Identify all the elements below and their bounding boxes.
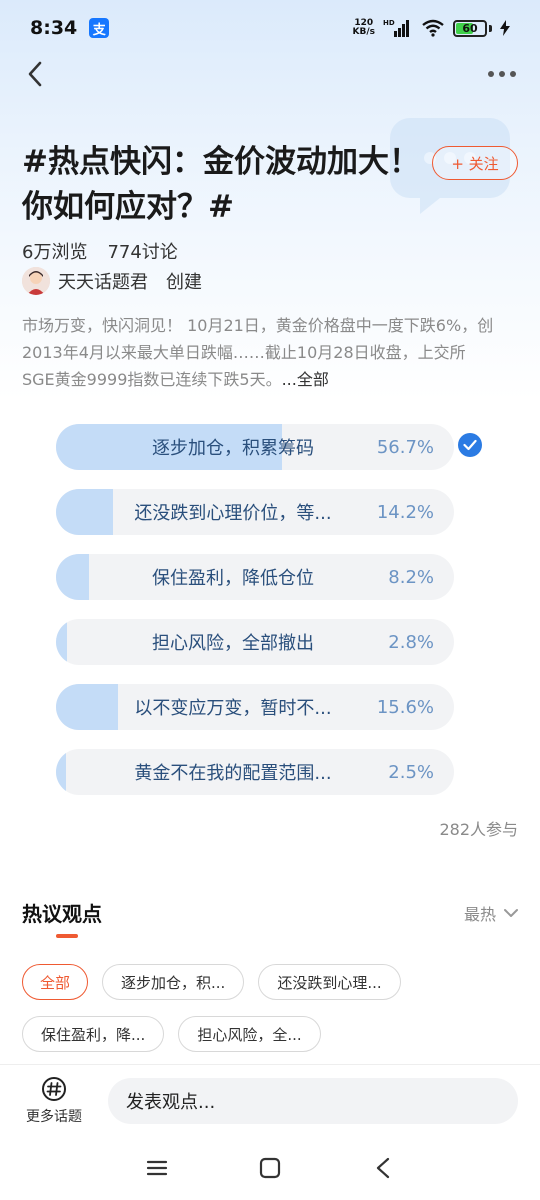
discussion-count: 774讨论 <box>107 242 178 263</box>
poll-option[interactable]: 以不变应万变，暂时不... 15.6% <box>56 684 454 730</box>
home-button[interactable] <box>250 1148 290 1188</box>
more-options-button[interactable] <box>484 65 520 83</box>
poll-option-row: 黄金不在我的配置范围... 2.5% <box>56 749 486 795</box>
system-navigation-bar <box>0 1136 540 1200</box>
menu-icon <box>146 1160 167 1176</box>
filter-chip[interactable]: 担心风险，全... <box>178 1016 321 1052</box>
avatar-figure-icon <box>22 267 50 295</box>
poll-option-row: 逐步加仓，积累筹码 56.7% <box>56 424 486 470</box>
bottom-action-bar: 更多话题 发表观点... <box>0 1064 540 1136</box>
network-speed: 120 KB/s <box>353 19 375 37</box>
poll-option-label: 逐步加仓，积累筹码 <box>152 438 314 459</box>
status-time: 8:34 <box>30 17 78 39</box>
hot-opinions-header: 热议观点 最热 <box>22 898 518 938</box>
poll-option[interactable]: 还没跌到心理价位，等... 14.2% <box>56 489 454 535</box>
home-square-icon <box>259 1157 281 1179</box>
selected-check-icon <box>458 433 482 457</box>
more-dot <box>510 71 516 77</box>
sort-dropdown[interactable]: 最热 <box>464 901 518 925</box>
poll-option-label: 保住盈利，降低仓位 <box>152 568 314 589</box>
network-speed-unit: KB/s <box>352 27 375 37</box>
navigation-bar <box>0 52 540 96</box>
signal-hd-label: HD <box>383 19 395 27</box>
status-indicators: 120 KB/s HD 60 <box>353 18 510 38</box>
filter-chip[interactable]: 全部 <box>22 964 89 1000</box>
filter-chip[interactable]: 保住盈利，降... <box>22 1016 165 1052</box>
topic-description: 市场万变，快闪洞见！ 10月21日，黄金价格盘中一度下跌6%，创2013年4月以… <box>22 312 498 393</box>
sort-label: 最热 <box>463 904 496 924</box>
poll-option-percent: 8.2% <box>388 566 434 588</box>
alipay-notification-icon: 支 <box>89 18 110 38</box>
filter-row: 保住盈利，降... 担心风险，全... <box>22 1016 522 1052</box>
topic-title: #热点快闪：金价波动加大！你如何应对？# <box>22 144 420 225</box>
recent-apps-button[interactable] <box>137 1148 177 1188</box>
poll-option[interactable]: 逐步加仓，积累筹码 56.7% <box>56 424 454 470</box>
opinion-filters: 全部 逐步加仓，积... 还没跌到心理... 保住盈利，降... 担心风险，全... <box>22 964 522 1068</box>
poll-option[interactable]: 保住盈利，降低仓位 8.2% <box>56 554 454 600</box>
system-back-button[interactable] <box>363 1148 403 1188</box>
poll-option[interactable]: 担心风险，全部撤出 2.8% <box>56 619 454 665</box>
poll-option-label: 还没跌到心理价位，等... <box>134 503 332 524</box>
chevron-down-icon <box>504 908 518 917</box>
poll-option-label: 以不变应万变，暂时不... <box>134 698 332 719</box>
battery-indicator: 60 <box>453 19 487 37</box>
poll: 逐步加仓，积累筹码 56.7% 还没跌到心理价位，等... 14.2% 保住盈利，降低仓… <box>56 424 486 814</box>
status-bar: 8:34 支 120 KB/s HD 60 <box>0 0 540 56</box>
poll-option-label: 黄金不在我的配置范围... <box>134 763 332 784</box>
creator-name: 天天话题君 <box>58 272 148 293</box>
poll-option-row: 还没跌到心理价位，等... 14.2% <box>56 489 486 535</box>
more-topics-button[interactable]: 更多话题 <box>0 1076 108 1126</box>
poll-option-row: 保住盈利，降低仓位 8.2% <box>56 554 486 600</box>
more-dot <box>499 71 505 77</box>
cellular-signal-icon: HD <box>383 19 409 37</box>
poll-option-percent: 2.5% <box>388 761 434 783</box>
poll-option-row: 以不变应万变，暂时不... 15.6% <box>56 684 486 730</box>
hashtag-icon <box>42 1076 67 1101</box>
wifi-icon <box>422 19 444 37</box>
section-title: 热议观点 <box>22 902 102 926</box>
participant-count: 282人参与 <box>439 820 518 839</box>
charging-bolt-icon <box>500 20 510 36</box>
poll-option-row: 担心风险，全部撤出 2.8% <box>56 619 486 665</box>
topic-stats: 6万浏览 774讨论 <box>22 238 178 264</box>
filter-chip[interactable]: 逐步加仓，积... <box>102 964 245 1000</box>
view-count: 6万浏览 <box>22 242 88 263</box>
poll-option-label: 担心风险，全部撤出 <box>152 633 314 654</box>
battery-cap <box>489 24 492 32</box>
creator-avatar[interactable] <box>22 267 50 295</box>
back-button[interactable] <box>20 59 50 89</box>
section-title-underline <box>56 934 78 938</box>
battery-level: 60 <box>462 21 478 35</box>
creator-action: 创建 <box>166 272 202 293</box>
chevron-left-icon <box>28 61 42 87</box>
more-topics-label: 更多话题 <box>26 1108 82 1125</box>
poll-option-percent: 15.6% <box>376 696 434 718</box>
more-dot <box>488 71 494 77</box>
follow-button[interactable]: + 关注 <box>432 146 518 180</box>
poll-option-percent: 2.8% <box>388 631 434 653</box>
creator-info[interactable]: 天天话题君 创建 <box>22 266 202 296</box>
filter-row: 全部 逐步加仓，积... 还没跌到心理... <box>22 964 522 1000</box>
comment-input[interactable]: 发表观点... <box>108 1077 518 1124</box>
filter-chip[interactable]: 还没跌到心理... <box>258 964 401 1000</box>
poll-option-percent: 56.7% <box>376 436 434 458</box>
description-expand-link[interactable]: ...全部 <box>282 370 329 389</box>
poll-option-percent: 14.2% <box>376 501 434 523</box>
description-text: 市场万变，快闪洞见！ 10月21日，黄金价格盘中一度下跌6%，创2013年4月以… <box>22 316 494 389</box>
poll-option[interactable]: 黄金不在我的配置范围... 2.5% <box>56 749 454 795</box>
triangle-back-icon <box>377 1157 390 1179</box>
